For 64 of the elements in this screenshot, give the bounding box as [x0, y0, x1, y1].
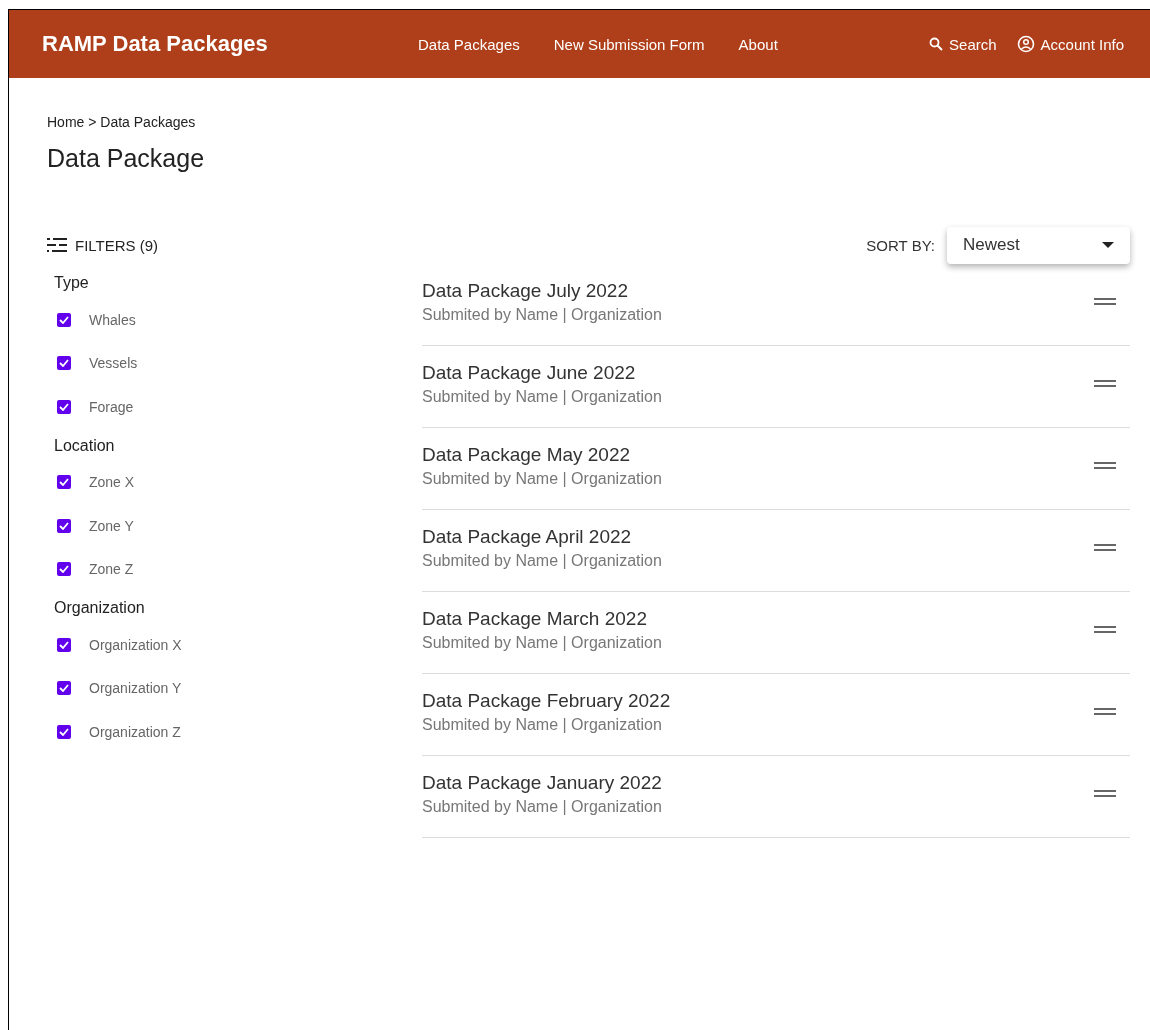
checkbox[interactable]	[57, 562, 71, 577]
package-title: Data Package June 2022	[422, 361, 637, 384]
sort-select[interactable]: Newest	[947, 226, 1130, 264]
drag-handle-icon[interactable]	[1094, 626, 1116, 633]
package-subtitle: Submited by Name | Organization	[422, 797, 662, 816]
filter-group-title: Type	[54, 274, 90, 292]
package-title: Data Package April 2022	[422, 525, 633, 548]
checkbox[interactable]	[57, 518, 71, 533]
package-row[interactable]: Data Package April 2022 Submited by Name | Organization	[422, 510, 1130, 592]
package-subtitle: Submited by Name | Organization	[422, 633, 662, 652]
package-title: Data Package May 2022	[422, 443, 632, 466]
checkbox-label: Zone X	[89, 474, 135, 491]
package-title: Data Package July 2022	[422, 279, 629, 302]
checkbox[interactable]	[57, 312, 71, 327]
package-row[interactable]: Data Package January 2022 Submited by Name | Organization	[422, 756, 1130, 838]
package-subtitle: Submited by Name | Organization	[422, 387, 662, 406]
drag-handle-icon[interactable]	[1094, 380, 1116, 387]
page-title: Data Package	[47, 144, 206, 173]
checkbox-label: Vessels	[89, 355, 138, 372]
breadcrumb: Home > Data Packages	[47, 114, 197, 130]
drag-handle-icon[interactable]	[1094, 708, 1116, 715]
checkbox[interactable]	[57, 399, 71, 414]
package-subtitle: Submited by Name | Organization	[422, 469, 662, 488]
sort-label: SORT BY:	[866, 236, 935, 254]
checkbox-label: Whales	[89, 311, 136, 328]
filter-icon	[47, 237, 67, 253]
package-title: Data Package March 2022	[422, 607, 648, 630]
drag-handle-icon[interactable]	[1094, 544, 1116, 551]
caret-icon	[1102, 242, 1114, 248]
drag-handle-icon[interactable]	[1094, 790, 1116, 797]
checkbox[interactable]	[57, 356, 71, 371]
package-row[interactable]: Data Package May 2022 Submited by Name | Organization	[422, 428, 1130, 510]
filters-toggle[interactable]: FILTERS (9)	[75, 236, 159, 254]
checkbox[interactable]	[57, 681, 71, 696]
checkbox-label: Organization X	[89, 636, 182, 653]
checkbox-label: Organization Y	[89, 680, 182, 697]
package-row[interactable]: Data Package July 2022 Submited by Name | Organization	[422, 264, 1130, 346]
drag-handle-icon[interactable]	[1094, 462, 1116, 469]
drag-handle-icon[interactable]	[1094, 298, 1116, 305]
account-icon	[1016, 35, 1035, 53]
checkbox-label: Zone Y	[89, 517, 134, 534]
filter-group-title: Organization	[54, 599, 146, 617]
package-row[interactable]: Data Package March 2022 Submited by Name | Organization	[422, 592, 1130, 674]
search-link[interactable]: Search	[929, 35, 997, 53]
nav-link[interactable]: Data Packages	[418, 35, 520, 53]
checkbox[interactable]	[57, 724, 71, 739]
checkbox[interactable]	[57, 475, 71, 490]
nav-link[interactable]: New Submission Form	[553, 35, 705, 53]
account-link[interactable]: Account Info	[1016, 35, 1124, 53]
package-title: Data Package February 2022	[422, 689, 671, 712]
package-subtitle: Submited by Name | Organization	[422, 715, 663, 734]
package-title: Data Package January 2022	[422, 771, 662, 794]
nav-link[interactable]: About	[738, 35, 778, 53]
site-title: RAMP Data Packages	[42, 31, 269, 57]
filter-group-title: Location	[54, 436, 116, 455]
package-subtitle: Submited by Name | Organization	[422, 305, 662, 324]
package-row[interactable]: Data Package June 2022 Submited by Name | Organization	[422, 346, 1130, 428]
package-row[interactable]: Data Package February 2022 Submited by Name | Organization	[422, 674, 1130, 756]
search-icon	[929, 37, 944, 51]
checkbox[interactable]	[57, 637, 71, 652]
checkbox-label: Forage	[89, 398, 134, 415]
checkbox-label: Zone Z	[89, 561, 134, 578]
checkbox-label: Organization Z	[89, 723, 181, 740]
package-subtitle: Submited by Name | Organization	[422, 551, 662, 570]
